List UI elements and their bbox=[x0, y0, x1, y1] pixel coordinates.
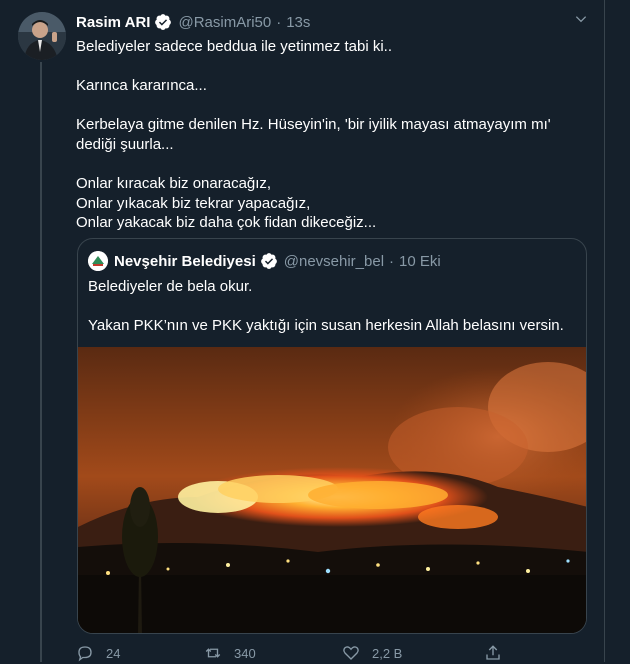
quoted-tweet-text: Belediyeler de bela okur. Yakan PKK’nın … bbox=[88, 278, 564, 335]
tweet-text: Belediyeler sadece beddua ile yetinmez t… bbox=[76, 38, 551, 232]
tweet-header: Rasim ARI @RasimAri50 · 13s bbox=[76, 12, 310, 32]
like-button[interactable]: 2,2 B bbox=[342, 644, 402, 662]
retweet-icon bbox=[205, 648, 221, 658]
column-border bbox=[604, 0, 605, 662]
like-count: 2,2 B bbox=[372, 645, 403, 661]
avatar[interactable] bbox=[18, 12, 66, 60]
verified-badge-icon bbox=[155, 14, 172, 30]
chevron-down-icon[interactable] bbox=[574, 12, 588, 26]
tweet[interactable]: Rasim ARI @RasimAri50 · 13s Belediyeler … bbox=[0, 0, 630, 662]
quoted-avatar bbox=[88, 251, 108, 271]
reply-icon bbox=[78, 646, 92, 662]
reply-button[interactable]: 24 bbox=[76, 644, 120, 662]
quoted-tweet-header: Nevşehir Belediyesi @nevsehir_bel · 10 E… bbox=[88, 251, 441, 271]
quoted-author-name[interactable]: Nevşehir Belediyesi bbox=[114, 253, 256, 270]
quoted-timestamp: 10 Eki bbox=[399, 252, 441, 270]
author-handle[interactable]: @RasimAri50 bbox=[178, 14, 271, 31]
quoted-tweet[interactable]: Nevşehir Belediyesi @nevsehir_bel · 10 E… bbox=[77, 238, 587, 634]
verified-badge-icon bbox=[260, 253, 277, 269]
reply-count: 24 bbox=[106, 645, 121, 661]
separator-dot: · bbox=[276, 13, 282, 31]
separator-dot: · bbox=[389, 252, 395, 270]
retweet-button[interactable]: 340 bbox=[204, 644, 256, 662]
quoted-author-handle: @nevsehir_bel bbox=[283, 252, 385, 270]
share-icon bbox=[486, 645, 500, 660]
share-button[interactable] bbox=[484, 644, 514, 662]
author-name[interactable]: Rasim ARI bbox=[76, 14, 150, 31]
wildfire-photo[interactable] bbox=[78, 347, 587, 634]
thread-line bbox=[40, 62, 42, 662]
tweet-timestamp[interactable]: 13s bbox=[286, 14, 310, 31]
tweet-actions: 24 340 2,2 B bbox=[76, 644, 586, 664]
heart-icon bbox=[343, 646, 359, 660]
retweet-count: 340 bbox=[234, 645, 256, 661]
